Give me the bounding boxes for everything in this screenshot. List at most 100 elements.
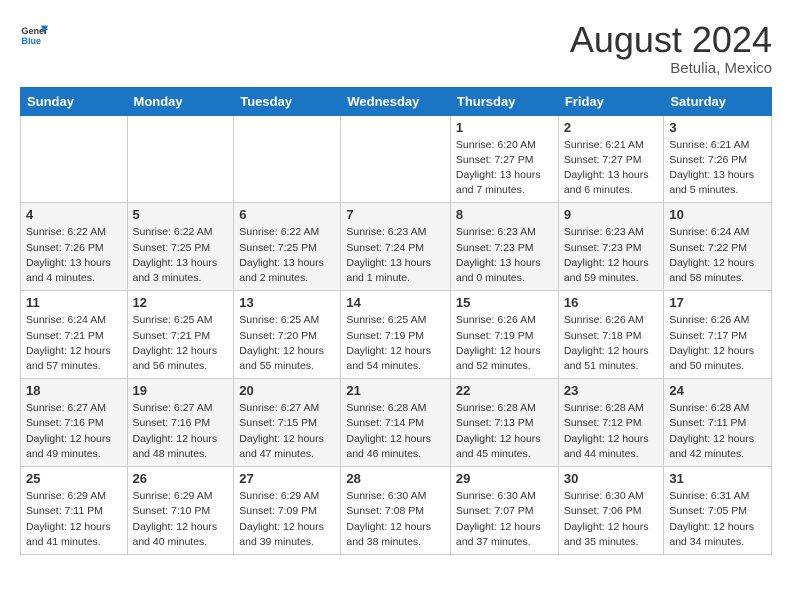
calendar-cell: 19 Sunrise: 6:27 AM Sunset: 7:16 PM Dayli… <box>127 379 234 467</box>
day-of-week-header: Wednesday <box>341 87 451 115</box>
calendar-cell: 10Sunrise: 6:24 AM Sunset: 7:22 PM Dayli… <box>664 203 772 291</box>
calendar-cell: 5 Sunrise: 6:22 AM Sunset: 7:25 PM Daylig… <box>127 203 234 291</box>
day-info: Sunrise: 6:23 AM Sunset: 7:24 PM Dayligh… <box>346 225 445 286</box>
day-info: Sunrise: 6:31 AM Sunset: 7:05 PM Dayligh… <box>669 489 766 550</box>
day-info: Sunrise: 6:27 AM Sunset: 7:16 PM Dayligh… <box>133 401 229 462</box>
day-number: 11 <box>26 295 122 310</box>
day-number: 26 <box>133 471 229 486</box>
calendar-cell: 13 Sunrise: 6:25 AM Sunset: 7:20 PM Dayli… <box>234 291 341 379</box>
day-info: Sunrise: 6:20 AM Sunset: 7:27 PM Dayligh… <box>456 138 553 199</box>
day-info: Sunrise: 6:29 AM Sunset: 7:09 PM Dayligh… <box>239 489 335 550</box>
title-block: August 2024 Betulia, Mexico <box>570 20 772 77</box>
calendar-cell: 6 Sunrise: 6:22 AM Sunset: 7:25 PM Daylig… <box>234 203 341 291</box>
day-number: 22 <box>456 383 553 398</box>
day-info: Sunrise: 6:30 AM Sunset: 7:07 PM Dayligh… <box>456 489 553 550</box>
day-of-week-header: Friday <box>558 87 664 115</box>
calendar-cell: 30 Sunrise: 6:30 AM Sunset: 7:06 PM Dayli… <box>558 467 664 555</box>
calendar-body: 1 Sunrise: 6:20 AM Sunset: 7:27 PM Daylig… <box>21 115 772 554</box>
day-info: Sunrise: 6:26 AM Sunset: 7:19 PM Dayligh… <box>456 313 553 374</box>
day-number: 3 <box>669 120 766 135</box>
calendar-cell: 26 Sunrise: 6:29 AM Sunset: 7:10 PM Dayli… <box>127 467 234 555</box>
calendar-cell: 14Sunrise: 6:25 AM Sunset: 7:19 PM Dayli… <box>341 291 451 379</box>
day-info: Sunrise: 6:26 AM Sunset: 7:17 PM Dayligh… <box>669 313 766 374</box>
logo-icon: General Blue <box>20 20 48 48</box>
day-info: Sunrise: 6:26 AM Sunset: 7:18 PM Dayligh… <box>564 313 659 374</box>
day-of-week-header: Tuesday <box>234 87 341 115</box>
calendar-cell: 2Sunrise: 6:21 AM Sunset: 7:27 PM Daylig… <box>558 115 664 203</box>
day-number: 15 <box>456 295 553 310</box>
calendar-cell <box>21 115 128 203</box>
day-info: Sunrise: 6:25 AM Sunset: 7:21 PM Dayligh… <box>133 313 229 374</box>
day-number: 5 <box>133 207 229 222</box>
calendar-cell: 15 Sunrise: 6:26 AM Sunset: 7:19 PM Dayli… <box>450 291 558 379</box>
day-number: 19 <box>133 383 229 398</box>
day-number: 18 <box>26 383 122 398</box>
calendar-cell: 27 Sunrise: 6:29 AM Sunset: 7:09 PM Dayli… <box>234 467 341 555</box>
day-of-week-header: Sunday <box>21 87 128 115</box>
calendar-week-row: 1 Sunrise: 6:20 AM Sunset: 7:27 PM Daylig… <box>21 115 772 203</box>
day-info: Sunrise: 6:29 AM Sunset: 7:11 PM Dayligh… <box>26 489 122 550</box>
calendar-cell: 3 Sunrise: 6:21 AM Sunset: 7:26 PM Daylig… <box>664 115 772 203</box>
calendar-cell: 23Sunrise: 6:28 AM Sunset: 7:12 PM Dayli… <box>558 379 664 467</box>
day-number: 31 <box>669 471 766 486</box>
svg-text:Blue: Blue <box>21 36 41 46</box>
calendar-table: SundayMondayTuesdayWednesdayThursdayFrid… <box>20 87 772 555</box>
day-number: 29 <box>456 471 553 486</box>
day-info: Sunrise: 6:28 AM Sunset: 7:11 PM Dayligh… <box>669 401 766 462</box>
calendar-cell: 21 Sunrise: 6:28 AM Sunset: 7:14 PM Dayli… <box>341 379 451 467</box>
day-info: Sunrise: 6:23 AM Sunset: 7:23 PM Dayligh… <box>564 225 659 286</box>
day-number: 1 <box>456 120 553 135</box>
day-info: Sunrise: 6:29 AM Sunset: 7:10 PM Dayligh… <box>133 489 229 550</box>
day-info: Sunrise: 6:28 AM Sunset: 7:13 PM Dayligh… <box>456 401 553 462</box>
day-of-week-header: Thursday <box>450 87 558 115</box>
calendar-cell: 24Sunrise: 6:28 AM Sunset: 7:11 PM Dayli… <box>664 379 772 467</box>
day-of-week-header: Saturday <box>664 87 772 115</box>
day-info: Sunrise: 6:30 AM Sunset: 7:08 PM Dayligh… <box>346 489 445 550</box>
day-info: Sunrise: 6:22 AM Sunset: 7:25 PM Dayligh… <box>133 225 229 286</box>
calendar-header-row: SundayMondayTuesdayWednesdayThursdayFrid… <box>21 87 772 115</box>
month-year-title: August 2024 <box>570 20 772 60</box>
day-info: Sunrise: 6:25 AM Sunset: 7:20 PM Dayligh… <box>239 313 335 374</box>
calendar-week-row: 11 Sunrise: 6:24 AM Sunset: 7:21 PM Dayli… <box>21 291 772 379</box>
calendar-cell: 4Sunrise: 6:22 AM Sunset: 7:26 PM Daylig… <box>21 203 128 291</box>
calendar-cell <box>127 115 234 203</box>
day-number: 13 <box>239 295 335 310</box>
page-header: General Blue August 2024 Betulia, Mexico <box>20 20 772 77</box>
calendar-week-row: 4Sunrise: 6:22 AM Sunset: 7:26 PM Daylig… <box>21 203 772 291</box>
day-number: 16 <box>564 295 659 310</box>
day-number: 8 <box>456 207 553 222</box>
day-info: Sunrise: 6:21 AM Sunset: 7:26 PM Dayligh… <box>669 138 766 199</box>
calendar-cell: 7 Sunrise: 6:23 AM Sunset: 7:24 PM Daylig… <box>341 203 451 291</box>
calendar-cell: 28 Sunrise: 6:30 AM Sunset: 7:08 PM Dayli… <box>341 467 451 555</box>
calendar-cell: 16 Sunrise: 6:26 AM Sunset: 7:18 PM Dayli… <box>558 291 664 379</box>
day-number: 2 <box>564 120 659 135</box>
day-number: 7 <box>346 207 445 222</box>
calendar-cell: 25 Sunrise: 6:29 AM Sunset: 7:11 PM Dayli… <box>21 467 128 555</box>
day-info: Sunrise: 6:28 AM Sunset: 7:14 PM Dayligh… <box>346 401 445 462</box>
day-info: Sunrise: 6:24 AM Sunset: 7:22 PM Dayligh… <box>669 225 766 286</box>
calendar-cell: 11 Sunrise: 6:24 AM Sunset: 7:21 PM Dayli… <box>21 291 128 379</box>
day-number: 28 <box>346 471 445 486</box>
calendar-week-row: 25 Sunrise: 6:29 AM Sunset: 7:11 PM Dayli… <box>21 467 772 555</box>
day-number: 6 <box>239 207 335 222</box>
day-info: Sunrise: 6:30 AM Sunset: 7:06 PM Dayligh… <box>564 489 659 550</box>
day-number: 4 <box>26 207 122 222</box>
calendar-cell: 18Sunrise: 6:27 AM Sunset: 7:16 PM Dayli… <box>21 379 128 467</box>
calendar-cell: 8 Sunrise: 6:23 AM Sunset: 7:23 PM Daylig… <box>450 203 558 291</box>
day-number: 17 <box>669 295 766 310</box>
day-number: 20 <box>239 383 335 398</box>
day-number: 30 <box>564 471 659 486</box>
day-number: 25 <box>26 471 122 486</box>
calendar-cell: 22 Sunrise: 6:28 AM Sunset: 7:13 PM Dayli… <box>450 379 558 467</box>
day-number: 12 <box>133 295 229 310</box>
day-info: Sunrise: 6:22 AM Sunset: 7:25 PM Dayligh… <box>239 225 335 286</box>
day-number: 27 <box>239 471 335 486</box>
calendar-cell: 29 Sunrise: 6:30 AM Sunset: 7:07 PM Dayli… <box>450 467 558 555</box>
day-info: Sunrise: 6:28 AM Sunset: 7:12 PM Dayligh… <box>564 401 659 462</box>
calendar-cell <box>234 115 341 203</box>
day-info: Sunrise: 6:23 AM Sunset: 7:23 PM Dayligh… <box>456 225 553 286</box>
day-info: Sunrise: 6:24 AM Sunset: 7:21 PM Dayligh… <box>26 313 122 374</box>
calendar-cell: 12 Sunrise: 6:25 AM Sunset: 7:21 PM Dayli… <box>127 291 234 379</box>
day-number: 21 <box>346 383 445 398</box>
calendar-week-row: 18 Sunrise: 6:27 AM Sunset: 7:16 PM Dayli… <box>21 379 772 467</box>
